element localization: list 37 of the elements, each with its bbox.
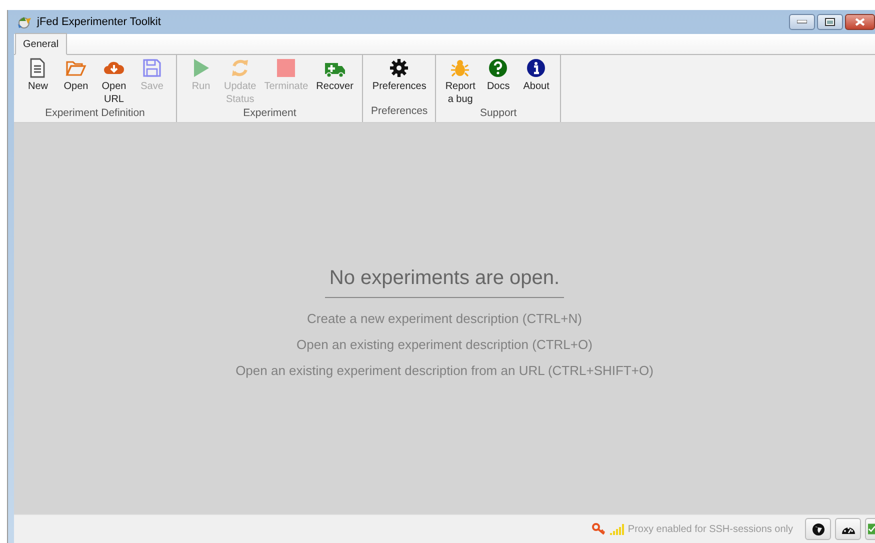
info-icon	[525, 57, 548, 79]
dashboard-button[interactable]	[835, 518, 861, 540]
toolbar-button[interactable]: Docs	[480, 55, 516, 106]
minimize-icon	[797, 20, 807, 24]
hint-text: Open an existing experiment description from an URL (CTRL+SHIFT+O)	[236, 362, 654, 380]
globe-icon	[812, 522, 824, 536]
toolbar-button[interactable]: Open	[58, 55, 94, 106]
window-title: jFed Experimenter Toolkit	[37, 14, 161, 30]
stop-icon	[275, 57, 298, 79]
group-title: Support	[478, 106, 518, 121]
hint-text: Open an existing experiment description (CTRL+O)	[296, 336, 592, 354]
group-title: Preferences	[370, 104, 429, 120]
empty-state-heading: No experiments are open.	[325, 263, 564, 298]
toolbar-button[interactable]: Preferences	[369, 55, 430, 104]
app-logo-icon	[16, 15, 32, 29]
bug-icon	[449, 57, 472, 79]
group-title: Experiment Definition	[44, 106, 146, 121]
checkmark-icon	[868, 523, 875, 535]
group-title: Experiment	[242, 106, 298, 121]
ribbon-tab[interactable]: General	[15, 33, 67, 55]
toolbar-button[interactable]: Recover	[313, 55, 356, 106]
maximize-icon	[825, 18, 835, 26]
hint-text: Create a new experiment description (CTRL+N)	[307, 310, 582, 328]
key-icon	[592, 523, 606, 535]
close-icon	[855, 18, 865, 26]
proxy-status-text: Proxy enabled for SSH-sessions only	[628, 522, 793, 536]
toolbar-button[interactable]: New	[20, 55, 56, 106]
globe-button[interactable]	[805, 518, 831, 540]
close-button[interactable]	[845, 14, 875, 30]
signal-icon	[610, 524, 624, 534]
toolbar-button[interactable]: About	[518, 55, 554, 106]
check-button[interactable]	[865, 518, 875, 540]
help-icon	[487, 57, 510, 79]
toolbar-button[interactable]: Report a bug	[442, 55, 478, 106]
minimize-button[interactable]	[789, 14, 815, 30]
maximize-button[interactable]	[817, 14, 843, 30]
toolbar-button[interactable]: Open URL	[96, 55, 132, 106]
